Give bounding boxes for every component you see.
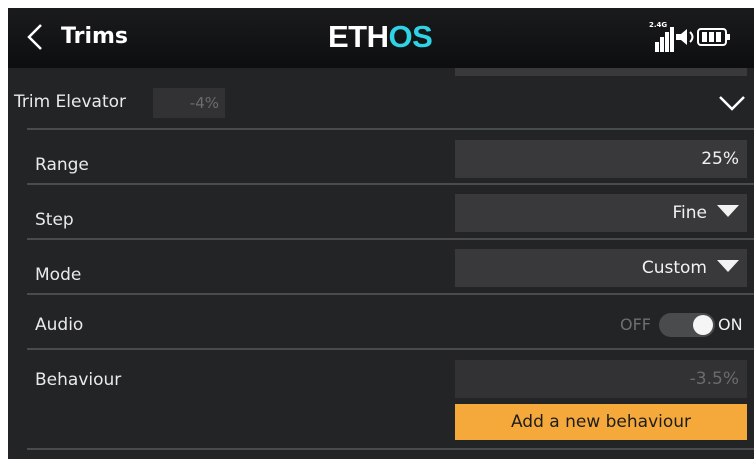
signal-bars-icon [655, 27, 674, 52]
step-value: Fine [672, 203, 708, 223]
speaker-icon [676, 29, 694, 45]
divider [27, 348, 754, 350]
chevron-down-icon[interactable] [718, 94, 746, 112]
header-bar: Trims ETHOS 2.4G [8, 8, 754, 68]
range-label: Range [35, 155, 89, 175]
behaviour-label: Behaviour [35, 370, 122, 390]
logo-main-text: ETH [328, 19, 389, 54]
behaviour-value-field: -3.5% [455, 360, 747, 398]
dropdown-triangle-icon [717, 260, 739, 272]
step-select[interactable]: Fine [455, 194, 747, 232]
divider [27, 183, 754, 185]
mode-label: Mode [35, 265, 82, 285]
scroll-field-edge [455, 68, 747, 76]
mode-select[interactable]: Custom [455, 249, 747, 287]
audio-toggle[interactable] [659, 313, 715, 337]
toggle-knob [693, 315, 713, 335]
audio-off-label: OFF [620, 315, 651, 334]
page-title: Trims [61, 24, 128, 49]
ethos-logo: ETHOS [328, 19, 433, 54]
add-behaviour-button[interactable]: Add a new behaviour [455, 404, 747, 440]
range-field[interactable]: 25% [455, 140, 747, 178]
audio-on-label: ON [718, 315, 743, 334]
logo-accent-text: OS [388, 19, 433, 54]
trim-section-value: -4% [153, 88, 225, 118]
mode-value: Custom [641, 258, 707, 278]
back-chevron-icon[interactable] [22, 22, 48, 52]
trim-section-label[interactable]: Trim Elevator [14, 91, 126, 113]
battery-icon [697, 28, 730, 46]
audio-label: Audio [35, 315, 84, 335]
screen: Trims ETHOS 2.4G Trim Elevator -4% Range… [8, 8, 754, 459]
divider [27, 293, 754, 295]
step-label: Step [35, 210, 74, 230]
dropdown-triangle-icon [717, 205, 739, 217]
divider [27, 238, 754, 240]
divider [27, 448, 754, 450]
divider [27, 128, 754, 130]
